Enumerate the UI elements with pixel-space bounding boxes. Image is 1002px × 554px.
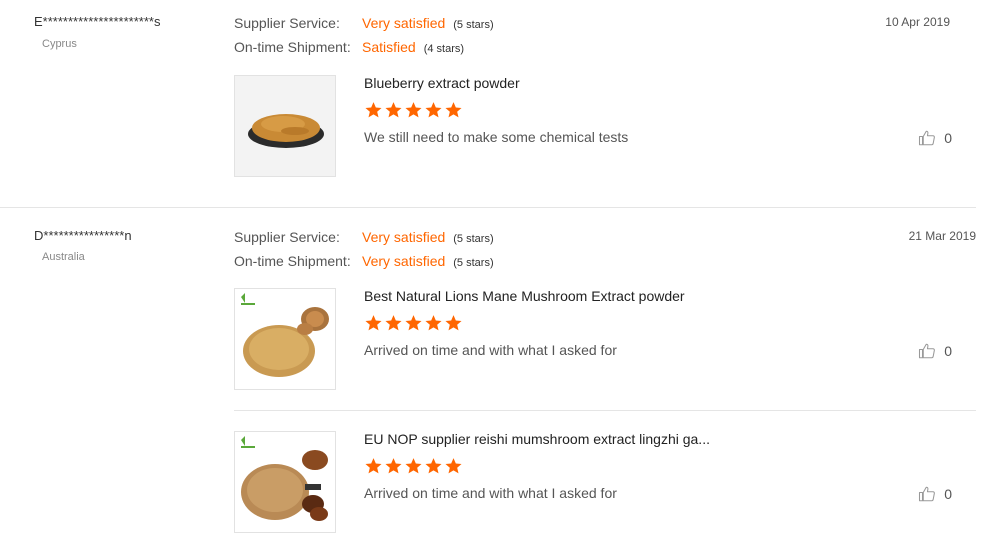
thumbs-up-icon — [919, 343, 936, 359]
like-button[interactable]: 0 — [918, 129, 952, 147]
like-count: 0 — [944, 130, 952, 146]
like-button[interactable]: 0 — [918, 485, 952, 503]
product-title[interactable]: Best Natural Lions Mane Mushroom Extract… — [364, 288, 685, 304]
review-comment: Arrived on time and with what I asked fo… — [364, 485, 617, 501]
rating-stars-text: (5 stars) — [453, 19, 494, 31]
star-icon — [405, 458, 422, 474]
reviewed-product: Blueberry extract powder We still need t… — [234, 75, 976, 179]
product-title[interactable]: EU NOP supplier reishi mumshroom extract… — [364, 431, 710, 447]
buyer-country: Australia — [42, 251, 85, 263]
supplier-service-rating: Supplier Service: Very satisfied (5 star… — [234, 15, 494, 31]
star-icon — [445, 102, 462, 118]
buyer-name: E**********************s — [34, 14, 161, 29]
review-date: 10 Apr 2019 — [885, 15, 950, 29]
review-card: D****************n Australia 21 Mar 2019… — [0, 208, 1002, 554]
star-icon — [365, 102, 382, 118]
buyer-country: Cyprus — [42, 38, 77, 50]
reishi-powder-image — [235, 432, 335, 532]
review-comment: Arrived on time and with what I asked fo… — [364, 342, 617, 358]
rating-label: Supplier Service: — [234, 15, 340, 31]
on-time-shipment-rating: On-time Shipment: Satisfied (4 stars) — [234, 39, 464, 55]
star-icon — [365, 458, 382, 474]
product-title[interactable]: Blueberry extract powder — [364, 75, 520, 91]
star-icon — [445, 458, 462, 474]
review-comment: We still need to make some chemical test… — [364, 129, 629, 145]
rating-stars-text: (4 stars) — [423, 43, 465, 55]
star-icon — [365, 315, 382, 331]
product-divider — [234, 410, 976, 411]
supplier-service-rating: Supplier Service: Very satisfied (5 star… — [234, 229, 494, 245]
star-icon — [385, 458, 402, 474]
star-icon — [385, 315, 402, 331]
star-icon — [425, 458, 442, 474]
product-rating-stars — [364, 314, 463, 332]
like-count: 0 — [944, 486, 952, 502]
product-image[interactable] — [234, 288, 336, 390]
star-icon — [385, 102, 402, 118]
rating-label: Supplier Service: — [234, 229, 340, 245]
star-icon — [425, 102, 442, 118]
product-rating-stars — [364, 101, 463, 119]
reviewed-product: EU NOP supplier reishi mumshroom extract… — [234, 431, 976, 535]
lions-mane-powder-image — [235, 289, 335, 389]
thumbs-up-icon — [919, 130, 936, 146]
review-card: E**********************s Cyprus 10 Apr 2… — [0, 0, 976, 208]
product-rating-stars — [364, 457, 463, 475]
like-button[interactable]: 0 — [918, 342, 952, 360]
rating-stars-text: (5 stars) — [453, 257, 494, 269]
rating-stars-text: (5 stars) — [453, 233, 494, 245]
product-image[interactable] — [234, 75, 336, 177]
rating-value: Very satisfied — [362, 15, 446, 31]
review-date: 21 Mar 2019 — [908, 229, 976, 243]
rating-value: Very satisfied — [362, 253, 446, 269]
star-icon — [405, 102, 422, 118]
rating-value: Satisfied — [362, 39, 416, 55]
reviewed-product: Best Natural Lions Mane Mushroom Extract… — [234, 288, 976, 392]
rating-label: On-time Shipment: — [234, 253, 351, 269]
product-image[interactable] — [234, 431, 336, 533]
rating-value: Very satisfied — [362, 229, 446, 245]
rating-label: On-time Shipment: — [234, 39, 351, 55]
buyer-name: D****************n — [34, 228, 132, 243]
powder-bowl-image — [235, 76, 335, 176]
on-time-shipment-rating: On-time Shipment: Very satisfied (5 star… — [234, 253, 494, 269]
star-icon — [425, 315, 442, 331]
star-icon — [405, 315, 422, 331]
like-count: 0 — [944, 343, 952, 359]
thumbs-up-icon — [919, 486, 936, 502]
star-icon — [445, 315, 462, 331]
